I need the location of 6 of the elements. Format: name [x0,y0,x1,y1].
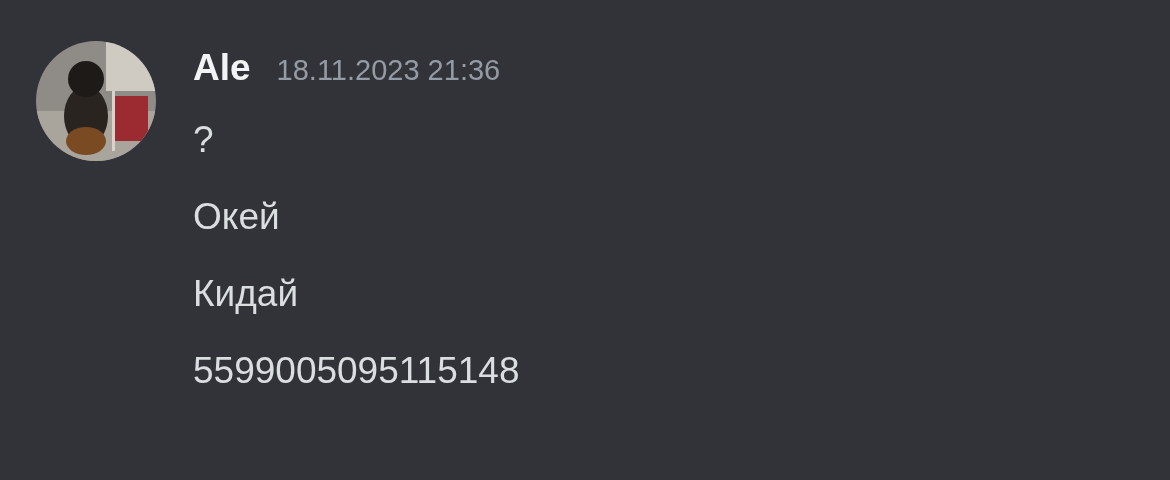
message-text: Кидай [193,272,300,316]
author-name[interactable]: Ale [193,47,251,89]
message-text: 5599005095115148 [193,349,520,393]
message-timestamp: 18.11.2023 21:36 [276,54,501,87]
message-text: ? [193,118,215,162]
message-text: Окей [193,195,281,239]
